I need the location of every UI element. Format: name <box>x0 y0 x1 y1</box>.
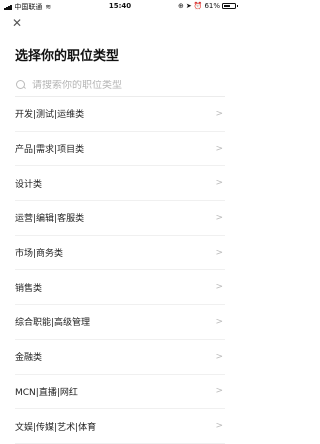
list-item[interactable]: 金融类 > <box>15 340 225 375</box>
chevron-right-icon: > <box>215 282 223 293</box>
lock-rotation-icon: ⊕ <box>177 2 184 10</box>
list-item-label: 销售类 <box>15 283 43 294</box>
battery-fill <box>224 5 230 7</box>
category-list: 开发|测试|运维类 > 产品|需求|项目类 > 设计类 > 运营|编辑|客服类 … <box>15 97 225 444</box>
chevron-right-icon: > <box>215 386 223 397</box>
list-item[interactable]: 产品|需求|项目类 > <box>15 132 225 167</box>
list-item-label: MCN|直播|网红 <box>15 387 78 398</box>
list-item-label: 开发|测试|运维类 <box>15 110 85 121</box>
list-item[interactable]: 设计类 > <box>15 166 225 202</box>
list-item-label: 文娱|传媒|艺术|体育 <box>15 422 97 433</box>
list-item[interactable]: MCN|直播|网红 > <box>15 375 225 410</box>
chevron-right-icon: > <box>215 212 223 223</box>
list-item-label: 运营|编辑|客服类 <box>15 214 85 225</box>
status-bar: 中国联通 ≋ 15:40 ⊕ ➤ ⏰ 61% <box>0 0 240 14</box>
chevron-right-icon: > <box>215 351 223 362</box>
location-icon: ➤ <box>185 2 192 10</box>
list-item-label: 市场|商务类 <box>15 249 64 260</box>
list-item[interactable]: 市场|商务类 > <box>15 236 225 271</box>
page-title: 选择你的职位类型 <box>15 49 120 64</box>
chevron-right-icon: > <box>215 178 223 189</box>
close-icon[interactable]: ✕ <box>12 15 28 31</box>
search-bar[interactable] <box>15 74 225 97</box>
search-input[interactable] <box>32 79 222 91</box>
alarm-icon: ⏰ <box>193 2 203 10</box>
chevron-right-icon: > <box>215 421 223 432</box>
list-item-label: 设计类 <box>15 179 43 190</box>
list-item-label: 综合职能|高级管理 <box>15 318 91 329</box>
battery-icon <box>222 3 238 9</box>
list-item-label: 产品|需求|项目类 <box>15 145 85 156</box>
chevron-right-icon: > <box>215 247 223 258</box>
list-item[interactable]: 综合职能|高级管理 > <box>15 305 225 340</box>
chevron-right-icon: > <box>215 316 223 327</box>
list-item[interactable]: 开发|测试|运维类 > <box>15 97 225 132</box>
chevron-right-icon: > <box>215 108 223 119</box>
status-right: ⊕ ➤ ⏰ 61% <box>177 2 238 10</box>
battery-percent: 61% <box>204 2 220 10</box>
chevron-right-icon: > <box>215 143 223 154</box>
search-icon <box>15 79 27 91</box>
list-item[interactable]: 运营|编辑|客服类 > <box>15 201 225 236</box>
list-item-label: 金融类 <box>15 353 43 364</box>
list-item[interactable]: 销售类 > <box>15 270 225 306</box>
